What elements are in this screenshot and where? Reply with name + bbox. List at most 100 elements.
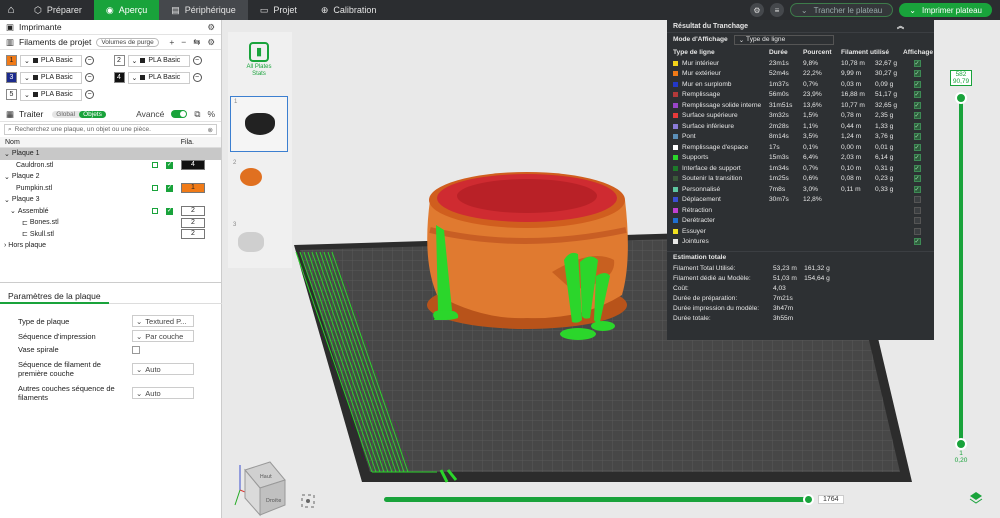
filament-select[interactable]: ⌄ PLA Basic	[20, 71, 82, 84]
filament-select[interactable]: ⌄ PLA Basic	[127, 54, 190, 67]
gear-icon[interactable]: ⚙	[207, 22, 215, 33]
move-slider[interactable]	[384, 494, 814, 506]
tab-calibration[interactable]: ⊕ Calibration	[309, 0, 389, 20]
visibility-checkbox[interactable]: ✓	[913, 80, 921, 88]
fit-view-icon[interactable]	[301, 494, 315, 508]
remove-filament-icon[interactable]: −	[192, 73, 202, 82]
remove-filament-icon[interactable]: −	[85, 56, 94, 65]
visibility-checkbox[interactable]	[913, 196, 921, 204]
stats-row: Interface de support 1m34s 0,7% 0,10 m 0…	[667, 163, 934, 174]
visibility-checkbox[interactable]: ✓	[913, 143, 921, 151]
object-row[interactable]: Cauldron.stl ✓ 4	[0, 160, 221, 172]
filament-slot[interactable]: 3 ⌄ PLA Basic −	[6, 71, 108, 84]
layer-top-handle[interactable]	[955, 92, 967, 104]
object-row[interactable]: ⊏ Bones.stl 2	[0, 217, 221, 229]
layers-icon[interactable]	[969, 492, 983, 504]
filament-select[interactable]: ⌄ PLA Basic	[20, 88, 82, 101]
visibility-checkbox[interactable]: ✓	[913, 133, 921, 141]
visibility-checkbox[interactable]: ✓	[913, 91, 921, 99]
move-slider-handle[interactable]	[803, 494, 814, 505]
visibility-checkbox[interactable]: ✓	[913, 154, 921, 162]
visible-checkbox[interactable]: ✓	[166, 207, 173, 215]
visibility-checkbox[interactable]	[913, 227, 921, 235]
visible-checkbox[interactable]: ✓	[166, 184, 173, 192]
purge-volumes-button[interactable]: Volumes de purge	[96, 37, 159, 47]
visibility-checkbox[interactable]: ✓	[913, 185, 921, 193]
visibility-checkbox[interactable]: ✓	[913, 101, 921, 109]
filament-select[interactable]: ⌄ PLA Basic	[20, 54, 82, 67]
filament-slot[interactable]: 4 ⌄ PLA Basic −	[113, 71, 216, 84]
collapse-icon[interactable]: ︽	[897, 21, 904, 31]
param-select[interactable]: ⌄ Par couche	[132, 330, 194, 342]
filament-number[interactable]: 2	[181, 217, 205, 228]
assembly-row[interactable]: ⌄ Assemblé ✓ 2	[0, 206, 221, 218]
visible-checkbox[interactable]: ✓	[166, 161, 173, 169]
layer-slider[interactable]: 582 90,79 1 0,20	[950, 70, 972, 470]
object-search-input[interactable]: ⌕ Recherchez une plaque, un objet ou une…	[4, 124, 217, 135]
param-select[interactable]: ⌄ Textured P...	[132, 315, 194, 327]
slice-plate-button[interactable]: ⌄ Trancher le plateau	[789, 3, 894, 17]
param-select[interactable]: ⌄ Auto	[132, 387, 194, 399]
display-mode-select[interactable]: ⌄ Type de ligne	[733, 34, 834, 45]
visibility-checkbox[interactable]: ✓	[913, 164, 921, 172]
filament-number[interactable]: 4	[181, 160, 205, 171]
filament-number[interactable]: 2	[181, 229, 205, 240]
plate-params-tab[interactable]: Paramètres de la plaque	[0, 290, 109, 304]
remove-filament-icon[interactable]: −	[85, 73, 94, 82]
minus-icon[interactable]: −	[181, 37, 186, 48]
all-plates-stats-button[interactable]: ▮ All Plates Stats	[230, 36, 288, 92]
visibility-checkbox[interactable]: ✓	[913, 175, 921, 183]
param-select[interactable]: ⌄ Auto	[132, 363, 194, 375]
filament-number[interactable]: 1	[181, 183, 205, 194]
visibility-checkbox[interactable]	[913, 206, 921, 214]
layers-icon[interactable]	[152, 162, 158, 169]
visibility-checkbox[interactable]: ✓	[913, 59, 921, 67]
plate-thumb-3[interactable]: 3	[230, 220, 288, 276]
object-row[interactable]: Pumpkin.stl ✓ 1	[0, 183, 221, 195]
percent-icon[interactable]: %	[207, 109, 215, 120]
tab-preview[interactable]: ◉ Aperçu	[93, 0, 160, 20]
visibility-checkbox[interactable]: ✓	[913, 112, 921, 120]
visibility-checkbox[interactable]	[913, 217, 921, 225]
plate-row[interactable]: ⌄ Plaque 2	[0, 171, 221, 183]
advanced-toggle[interactable]	[171, 109, 188, 118]
stats-row: Remplissage solide interne 31m51s 13,6% …	[667, 100, 934, 111]
plus-icon[interactable]: +	[169, 37, 174, 48]
filament-slot[interactable]: 2 ⌄ PLA Basic −	[113, 54, 216, 67]
segment-global[interactable]: Global	[52, 111, 79, 118]
printer-section-header[interactable]: ▣ Imprimante ⚙	[0, 20, 221, 35]
object-row[interactable]: ⊏ Skull.stl 2	[0, 229, 221, 241]
tab-project[interactable]: ▭ Projet	[248, 0, 309, 20]
visibility-checkbox[interactable]: ✓	[913, 70, 921, 78]
remove-filament-icon[interactable]: −	[192, 56, 202, 65]
tab-device[interactable]: ▤ Périphérique	[159, 0, 248, 20]
plate-thumb-2[interactable]: 2	[230, 158, 288, 214]
clear-icon[interactable]: ⊗	[208, 126, 213, 134]
home-icon[interactable]: ⌂	[0, 0, 22, 20]
visibility-checkbox[interactable]: ✓	[913, 122, 921, 130]
visibility-checkbox[interactable]: ✓	[913, 238, 921, 246]
plate-row[interactable]: ⌄ Plaque 3	[0, 194, 221, 206]
segment-objects[interactable]: Objets	[79, 110, 106, 118]
menu-icon[interactable]: ≡	[769, 3, 784, 17]
vase-mode-checkbox[interactable]	[132, 345, 140, 354]
view-cube[interactable]: Haut Droite	[234, 461, 286, 517]
plate-row[interactable]: ⌄ Plaque 1	[0, 148, 221, 160]
plate-row[interactable]: › Hors plaque	[0, 240, 221, 252]
gear-icon[interactable]: ⚙	[207, 37, 215, 48]
copy-icon[interactable]: ⧉	[194, 109, 200, 120]
remove-filament-icon[interactable]: −	[85, 90, 94, 99]
sync-icon[interactable]: ⇆	[193, 37, 200, 48]
filament-slot[interactable]: 5 ⌄ PLA Basic −	[6, 88, 108, 101]
tab-prepare[interactable]: ⬡ Préparer	[22, 0, 94, 20]
plate-thumb-1[interactable]: 1	[230, 96, 288, 152]
filament-slot[interactable]: 1 ⌄ PLA Basic −	[6, 54, 108, 67]
line-type-swatch	[673, 186, 678, 192]
print-plate-button[interactable]: ⌄ Imprimer plateau	[899, 3, 992, 17]
layer-bottom-handle[interactable]	[955, 438, 967, 450]
layers-icon[interactable]	[152, 185, 158, 192]
layers-icon[interactable]	[152, 208, 158, 215]
settings-icon[interactable]: ⚙	[749, 3, 764, 17]
filament-select[interactable]: ⌄ PLA Basic	[127, 71, 190, 84]
filament-number[interactable]: 2	[181, 206, 205, 217]
